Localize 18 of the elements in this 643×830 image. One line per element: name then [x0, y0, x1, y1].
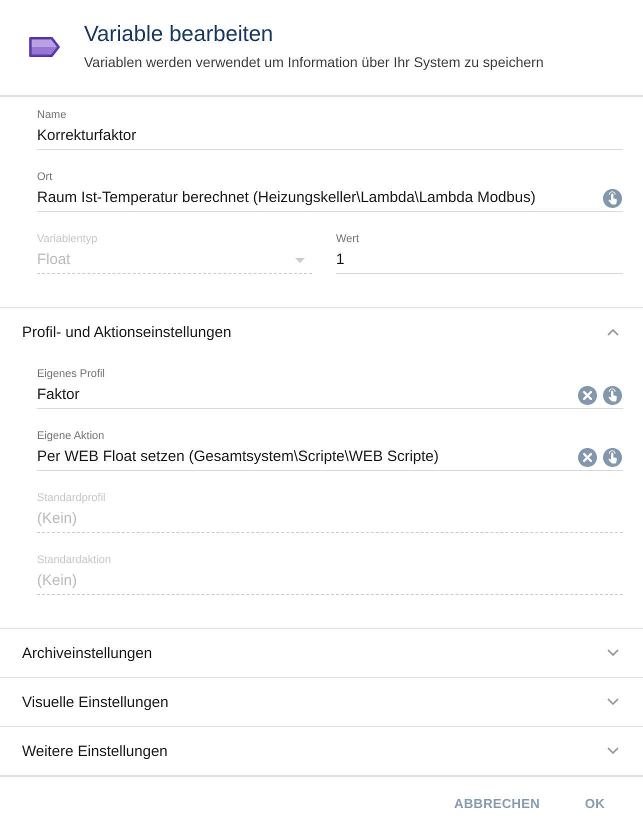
- pointing-hand-icon[interactable]: [603, 188, 622, 208]
- section-header[interactable]: Profil- und Aktionseinstellungen: [0, 308, 643, 356]
- text-field[interactable]: Wert 1: [336, 232, 623, 274]
- caret-down-icon: [295, 258, 305, 262]
- dialog-subtitle: Variablen werden verwendet um Information über Ihr System zu speichern: [84, 53, 544, 72]
- section-header[interactable]: Archiveinstellungen: [0, 629, 643, 677]
- dialog-title: Variable bearbeiten: [84, 20, 274, 48]
- section-header[interactable]: Visuelle Einstellungen: [0, 678, 643, 726]
- clear-icon[interactable]: [578, 448, 597, 466]
- pointing-hand-icon[interactable]: [603, 386, 622, 404]
- picker-field[interactable]: Ort Raum Ist-Temperatur berechnet (Heizungskeller\Lambda\Lambda Modbus): [37, 170, 623, 212]
- text-field[interactable]: Name Korrekturfaktor: [37, 108, 623, 150]
- pointing-hand-icon[interactable]: [603, 448, 622, 466]
- section-header[interactable]: Weitere Einstellungen: [0, 727, 643, 775]
- tag-icon: [28, 35, 61, 59]
- clear-icon[interactable]: [578, 386, 597, 404]
- picker-field[interactable]: Eigene Aktion Per WEB Float setzen (Gesamtsystem\Scripte\WEB Scripte): [37, 429, 623, 471]
- picker-field[interactable]: Eigenes Profil Faktor: [37, 367, 623, 409]
